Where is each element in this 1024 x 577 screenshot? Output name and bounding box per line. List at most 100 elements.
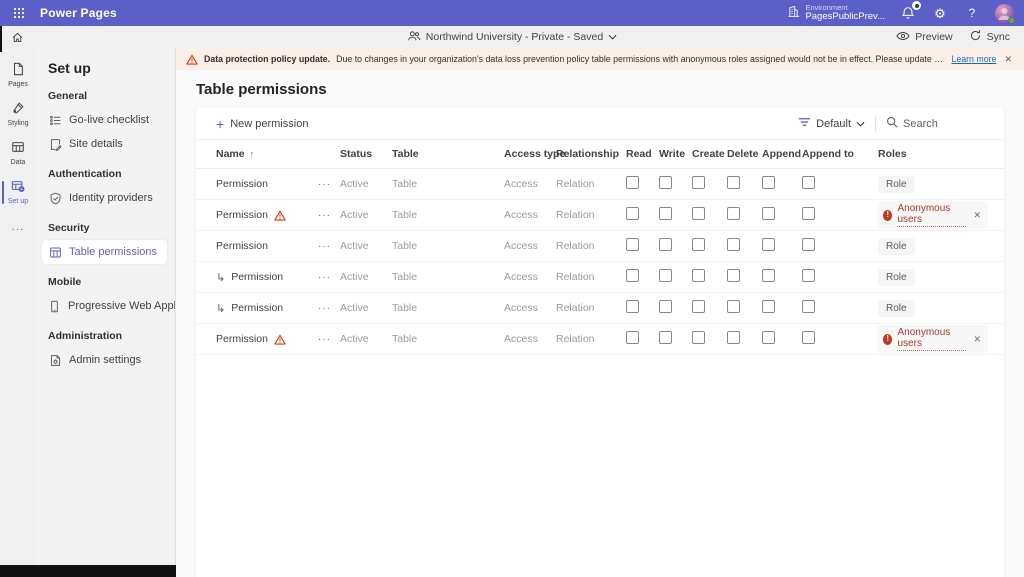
column-header-append[interactable]: Append xyxy=(762,148,802,160)
row-menu-icon[interactable]: ··· xyxy=(318,334,340,345)
home-icon[interactable] xyxy=(0,31,34,44)
append-to-checkbox[interactable] xyxy=(802,238,815,251)
read-checkbox[interactable] xyxy=(626,331,639,344)
badge-dismiss-icon[interactable]: ✕ xyxy=(973,334,981,345)
row-menu-icon[interactable]: ··· xyxy=(318,303,340,314)
column-header-label: Relationship xyxy=(556,148,619,160)
anonymous-users-badge[interactable]: !Anonymous users✕ xyxy=(878,325,988,353)
delete-checkbox[interactable] xyxy=(727,207,740,220)
rail-item-label: Data xyxy=(11,159,26,166)
rail-item-data[interactable]: Data xyxy=(0,136,36,171)
environment-picker[interactable]: Environment PagesPublicPrev... xyxy=(787,4,885,22)
relationship-cell: Relation xyxy=(556,333,626,345)
column-header-read[interactable]: Read xyxy=(626,148,659,160)
column-header-table[interactable]: Table xyxy=(392,148,504,160)
append-checkbox[interactable] xyxy=(762,207,775,220)
sync-button[interactable]: Sync xyxy=(969,29,1010,45)
relationship-cell: Relation xyxy=(556,302,626,314)
column-header-status[interactable]: Status xyxy=(340,148,392,160)
badge-dismiss-icon[interactable]: ✕ xyxy=(973,210,981,221)
sidebar-item-table-permissions[interactable]: Table permissions xyxy=(42,240,167,264)
table-row[interactable]: ↳Permission···ActiveTableAccessRelationR… xyxy=(196,262,1004,293)
delete-checkbox[interactable] xyxy=(727,331,740,344)
waffle-icon[interactable] xyxy=(6,0,32,26)
append-to-checkbox[interactable] xyxy=(802,207,815,220)
user-avatar[interactable] xyxy=(995,4,1014,23)
append-checkbox[interactable] xyxy=(762,176,775,189)
more-icon[interactable]: ··· xyxy=(12,224,25,235)
column-header-append-to[interactable]: Append to xyxy=(802,148,878,160)
read-checkbox[interactable] xyxy=(626,207,639,220)
rail-item-pages[interactable]: Pages xyxy=(0,58,36,93)
append-checkbox[interactable] xyxy=(762,300,775,313)
create-checkbox[interactable] xyxy=(692,238,705,251)
view-selector[interactable]: Default xyxy=(798,117,865,130)
rail-item-set-up[interactable]: Set up xyxy=(0,175,36,210)
write-checkbox[interactable] xyxy=(659,238,672,251)
table-row[interactable]: Permission···ActiveTableAccessRelation!A… xyxy=(196,324,1004,355)
create-checkbox[interactable] xyxy=(692,176,705,189)
search-input[interactable] xyxy=(903,118,983,130)
permission-name-cell: Permission xyxy=(216,178,318,190)
column-header-create[interactable]: Create xyxy=(692,148,727,160)
table-row[interactable]: ↳Permission···ActiveTableAccessRelationR… xyxy=(196,293,1004,324)
sidebar-item-go-live-checklist[interactable]: Go-live checklist xyxy=(42,108,167,132)
delete-checkbox[interactable] xyxy=(727,269,740,282)
sidebar-item-admin-settings[interactable]: Admin settings xyxy=(42,348,167,372)
write-checkbox[interactable] xyxy=(659,300,672,313)
preview-button[interactable]: Preview xyxy=(896,31,952,44)
new-permission-button[interactable]: + New permission xyxy=(216,117,308,131)
rail-item-styling[interactable]: Styling xyxy=(0,97,36,132)
product-title: Power Pages xyxy=(40,6,117,20)
write-checkbox[interactable] xyxy=(659,269,672,282)
row-menu-icon[interactable]: ··· xyxy=(318,241,340,252)
table-row[interactable]: Permission···ActiveTableAccessRelationRo… xyxy=(196,231,1004,262)
table-row[interactable]: Permission···ActiveTableAccessRelationRo… xyxy=(196,169,1004,200)
column-header-access-type[interactable]: Access type xyxy=(504,148,556,160)
column-header-name[interactable]: Name↑ xyxy=(216,148,340,160)
write-checkbox[interactable] xyxy=(659,176,672,189)
column-header-label: Delete xyxy=(727,148,759,160)
column-header-roles[interactable]: Roles xyxy=(878,148,988,160)
write-checkbox[interactable] xyxy=(659,331,672,344)
append-to-checkbox[interactable] xyxy=(802,176,815,189)
column-header-write[interactable]: Write xyxy=(659,148,692,160)
delete-checkbox[interactable] xyxy=(727,176,740,189)
setup-icon xyxy=(11,179,25,196)
append-checkbox[interactable] xyxy=(762,331,775,344)
row-menu-icon[interactable]: ··· xyxy=(318,210,340,221)
read-checkbox[interactable] xyxy=(626,176,639,189)
banner-learn-more-link[interactable]: Learn more xyxy=(951,54,996,64)
column-header-delete[interactable]: Delete xyxy=(727,148,762,160)
append-checkbox[interactable] xyxy=(762,269,775,282)
settings-gear-icon[interactable]: ⚙ xyxy=(931,4,949,22)
delete-checkbox[interactable] xyxy=(727,300,740,313)
append-to-checkbox[interactable] xyxy=(802,300,815,313)
append-to-checkbox[interactable] xyxy=(802,331,815,344)
append-to-checkbox[interactable] xyxy=(802,269,815,282)
anonymous-users-badge[interactable]: !Anonymous users✕ xyxy=(878,201,988,229)
create-checkbox[interactable] xyxy=(692,300,705,313)
row-menu-icon[interactable]: ··· xyxy=(318,272,340,283)
row-menu-icon[interactable]: ··· xyxy=(318,179,340,190)
table-header-row: Name↑StatusTableAccess typeRelationship R… xyxy=(196,140,1004,169)
append-checkbox[interactable] xyxy=(762,238,775,251)
sidebar-item-label: Go-live checklist xyxy=(69,114,149,126)
help-icon[interactable]: ? xyxy=(963,4,981,22)
create-checkbox[interactable] xyxy=(692,331,705,344)
sidebar-item-identity-providers[interactable]: Identity providers xyxy=(42,186,167,210)
create-checkbox[interactable] xyxy=(692,269,705,282)
sidebar-item-site-details[interactable]: Site details xyxy=(42,132,167,156)
read-checkbox[interactable] xyxy=(626,300,639,313)
sidebar-item-progressive-web-application[interactable]: Progressive Web Application xyxy=(42,294,167,318)
table-row[interactable]: Permission···ActiveTableAccessRelation!A… xyxy=(196,200,1004,231)
read-checkbox[interactable] xyxy=(626,269,639,282)
notifications-bell-icon[interactable] xyxy=(899,4,917,22)
read-checkbox[interactable] xyxy=(626,238,639,251)
site-switcher[interactable]: Northwind University - Private - Saved xyxy=(407,30,617,45)
write-checkbox[interactable] xyxy=(659,207,672,220)
delete-checkbox[interactable] xyxy=(727,238,740,251)
column-header-relationship[interactable]: Relationship xyxy=(556,148,626,160)
banner-close-icon[interactable]: ✕ xyxy=(1002,54,1014,65)
create-checkbox[interactable] xyxy=(692,207,705,220)
